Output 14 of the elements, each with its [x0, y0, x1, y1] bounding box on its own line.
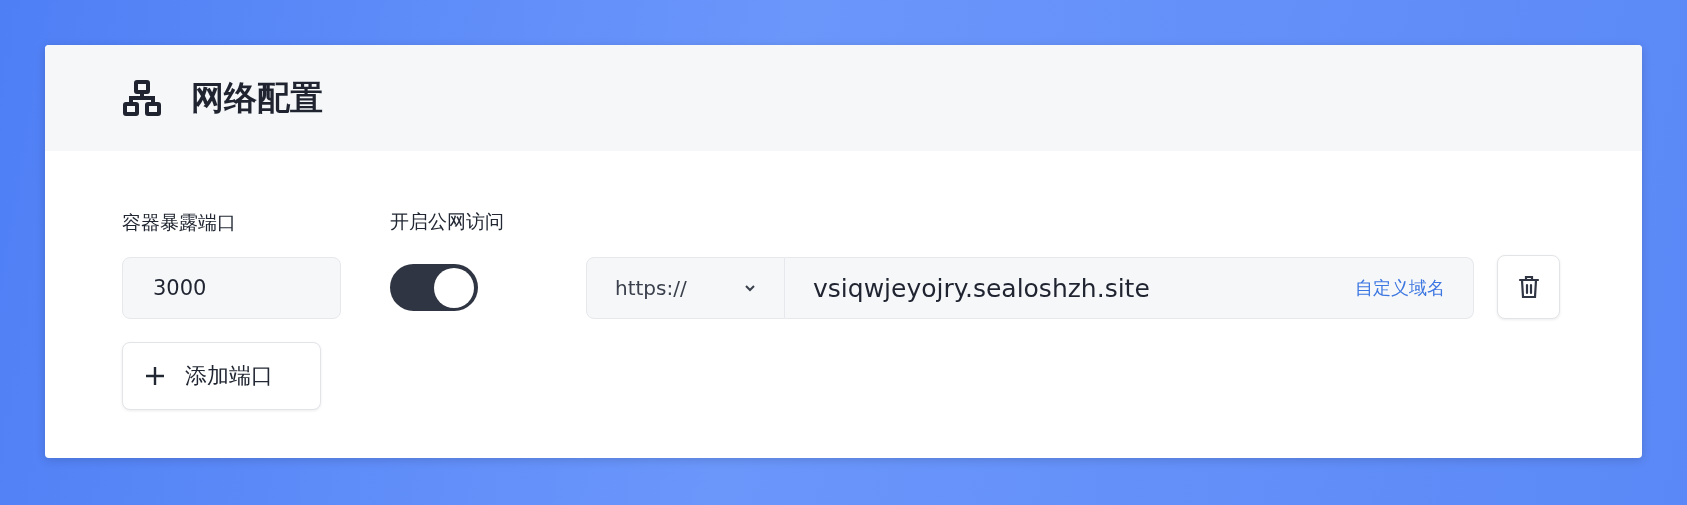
delete-button[interactable]	[1497, 255, 1560, 319]
chevron-down-icon	[744, 284, 756, 292]
port-label: 容器暴露端口	[122, 210, 237, 235]
port-field[interactable]: 3000	[122, 257, 341, 319]
public-access-toggle[interactable]	[390, 264, 478, 311]
plus-icon	[145, 366, 165, 386]
protocol-select[interactable]: https://	[586, 257, 785, 319]
trash-icon	[1517, 275, 1540, 299]
card-title: 网络配置	[191, 76, 323, 119]
add-port-button[interactable]: 添加端口	[122, 342, 321, 410]
public-access-label: 开启公网访问	[390, 209, 505, 234]
domain-field[interactable]: vsiqwjeyojry.sealoshzh.site 自定义域名	[785, 257, 1474, 319]
custom-domain-link[interactable]: 自定义域名	[1355, 276, 1445, 300]
network-icon	[123, 80, 161, 116]
